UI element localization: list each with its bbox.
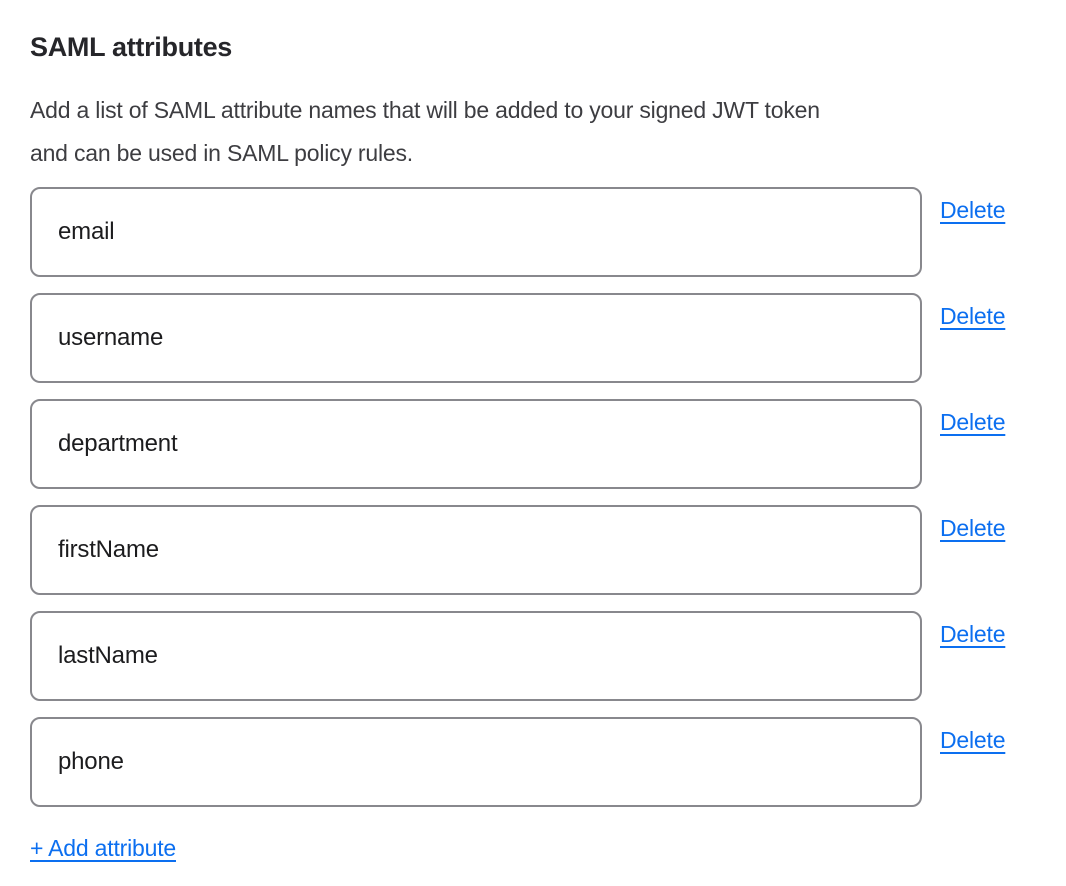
page-title: SAML attributes xyxy=(30,32,1036,62)
attribute-row: Delete xyxy=(30,611,1036,701)
attribute-row: Delete xyxy=(30,293,1036,383)
attribute-input[interactable] xyxy=(30,399,922,489)
attribute-input[interactable] xyxy=(30,293,922,383)
add-attribute-link[interactable]: + Add attribute xyxy=(30,835,176,862)
attribute-row: Delete xyxy=(30,717,1036,807)
delete-link[interactable]: Delete xyxy=(940,197,1005,224)
attribute-input[interactable] xyxy=(30,611,922,701)
description-line-1: Add a list of SAML attribute names that … xyxy=(30,89,1036,132)
attribute-row: Delete xyxy=(30,399,1036,489)
delete-link[interactable]: Delete xyxy=(940,409,1005,436)
description-line-2: and can be used in SAML policy rules. xyxy=(30,132,1036,175)
attribute-list: Delete Delete Delete Delete Delete Delet… xyxy=(30,187,1036,807)
attribute-input[interactable] xyxy=(30,187,922,277)
description: Add a list of SAML attribute names that … xyxy=(30,89,1036,175)
attribute-row: Delete xyxy=(30,187,1036,277)
delete-link[interactable]: Delete xyxy=(940,727,1005,754)
attribute-input[interactable] xyxy=(30,717,922,807)
attribute-input[interactable] xyxy=(30,505,922,595)
attribute-row: Delete xyxy=(30,505,1036,595)
delete-link[interactable]: Delete xyxy=(940,621,1005,648)
delete-link[interactable]: Delete xyxy=(940,515,1005,542)
saml-attributes-section: SAML attributes Add a list of SAML attri… xyxy=(0,0,1066,886)
delete-link[interactable]: Delete xyxy=(940,303,1005,330)
